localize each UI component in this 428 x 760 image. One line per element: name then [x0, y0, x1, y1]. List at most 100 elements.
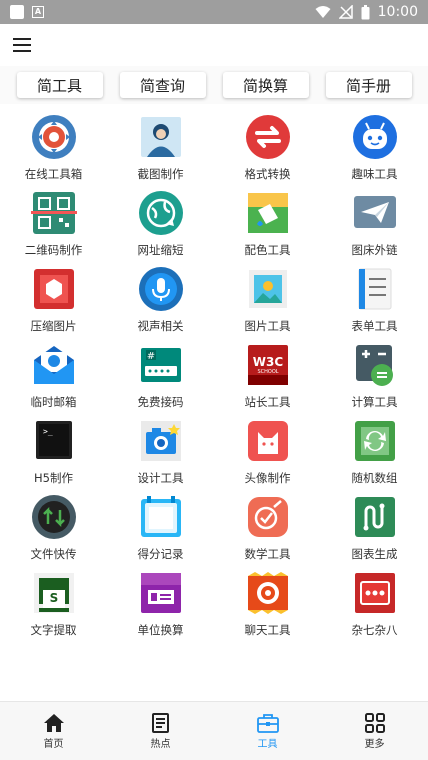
tool-label: 设计工具	[137, 471, 184, 485]
tool-label: 杂七杂八	[351, 623, 398, 637]
nav-label: 工具	[257, 738, 278, 750]
tool-format-convert[interactable]: 格式转换	[214, 110, 321, 186]
tool-label: H5制作	[34, 471, 73, 485]
form-list-icon	[352, 266, 398, 312]
tools-grid: 在线工具箱 截图制作 格式转换 趣味工具 二维码制作 网址缩短 配色工具 图床外…	[0, 110, 428, 642]
tool-label: 表单工具	[351, 319, 398, 333]
tool-image-host[interactable]: 图床外链	[321, 186, 428, 262]
signal-icon	[338, 5, 353, 19]
tool-h5-maker[interactable]: >_ H5制作	[0, 414, 107, 490]
chat-gear-icon	[245, 570, 291, 616]
a-notification-icon: A	[32, 6, 44, 18]
robot-face-icon	[352, 114, 398, 160]
camera-icon	[138, 418, 184, 464]
globe-link-icon	[138, 190, 184, 236]
settings-gear-icon	[31, 114, 77, 160]
microphone-icon	[138, 266, 184, 312]
tool-label: 压缩图片	[30, 319, 77, 333]
tool-label: 计算工具	[351, 395, 398, 409]
tool-fun-tools[interactable]: 趣味工具	[321, 110, 428, 186]
tool-random-array[interactable]: 随机数组	[321, 414, 428, 490]
tool-form-tools[interactable]: 表单工具	[321, 262, 428, 338]
grid-more-icon	[364, 712, 385, 733]
tool-label: 趣味工具	[351, 167, 398, 181]
cat-avatar-icon	[245, 418, 291, 464]
tool-label: 数学工具	[244, 547, 291, 561]
bottom-navigation: 首页 热点 工具 更多	[0, 701, 428, 760]
nav-label: 更多	[364, 738, 385, 750]
tool-label: 单位换算	[137, 623, 184, 637]
landscape-image-icon	[245, 266, 291, 312]
qr-scan-icon	[30, 190, 77, 236]
tool-temp-mail[interactable]: 临时邮箱	[0, 338, 107, 414]
terminal-icon: >_	[31, 418, 77, 464]
battery-icon	[361, 4, 370, 19]
portrait-photo-icon	[138, 114, 184, 160]
tool-label: 免费接码	[137, 395, 184, 409]
home-icon	[43, 713, 64, 732]
tool-avatar-maker[interactable]: 头像制作	[214, 414, 321, 490]
tool-file-transfer[interactable]: 文件快传	[0, 490, 107, 566]
tool-label: 图片工具	[244, 319, 291, 333]
tool-label: 在线工具箱	[24, 167, 83, 181]
tool-chart-generator[interactable]: 图表生成	[321, 490, 428, 566]
tab-simple-manual[interactable]: 简手册	[325, 72, 412, 98]
tool-color-picker[interactable]: 配色工具	[214, 186, 321, 262]
tool-label: 图表生成	[351, 547, 398, 561]
tool-label: 图床外链	[351, 243, 398, 257]
tool-calculator[interactable]: 计算工具	[321, 338, 428, 414]
tool-label: 得分记录	[137, 547, 184, 561]
paper-plane-icon	[352, 190, 398, 236]
refresh-icon	[352, 418, 398, 464]
svg-text:W3C: W3C	[252, 355, 283, 369]
tab-simple-convert[interactable]: 简换算	[222, 72, 309, 98]
tool-misc[interactable]: 杂七杂八	[321, 566, 428, 642]
tool-label: 二维码制作	[24, 243, 83, 257]
nav-hot[interactable]: 热点	[107, 702, 214, 760]
tool-label: 聊天工具	[244, 623, 291, 637]
tool-screenshot-maker[interactable]: 截图制作	[107, 110, 214, 186]
hamburger-menu-icon[interactable]	[13, 38, 31, 52]
tool-webmaster[interactable]: W3C SCHOOL 站长工具	[214, 338, 321, 414]
chart-path-icon	[352, 494, 398, 540]
tool-label: 站长工具	[244, 395, 291, 409]
text-extract-icon: S	[31, 570, 77, 616]
tool-qr-maker[interactable]: 二维码制作	[0, 186, 107, 262]
tool-url-shortener[interactable]: 网址缩短	[107, 186, 214, 262]
tool-online-toolbox[interactable]: 在线工具箱	[0, 110, 107, 186]
score-board-icon	[138, 494, 184, 540]
nav-home[interactable]: 首页	[0, 702, 107, 760]
tool-label: 文字提取	[30, 623, 77, 637]
hexagon-compress-icon	[31, 266, 77, 312]
notification-square-icon	[10, 5, 24, 19]
nav-label: 热点	[150, 738, 171, 750]
tool-label: 临时邮箱	[30, 395, 77, 409]
svg-text:>_: >_	[43, 427, 53, 436]
status-bar: A 10:00	[0, 0, 428, 24]
tool-image-tools[interactable]: 图片工具	[214, 262, 321, 338]
svg-text:S: S	[49, 591, 58, 605]
tool-label: 头像制作	[244, 471, 291, 485]
check-badge-icon	[245, 494, 291, 540]
tool-compress-image[interactable]: 压缩图片	[0, 262, 107, 338]
tool-free-sms[interactable]: # 免费接码	[107, 338, 214, 414]
news-icon	[151, 712, 169, 733]
nav-label: 首页	[43, 738, 64, 750]
tool-label: 截图制作	[137, 167, 184, 181]
tab-simple-tools[interactable]: 简工具	[16, 72, 103, 98]
tool-unit-convert[interactable]: 单位换算	[107, 566, 214, 642]
tool-design-tools[interactable]: 设计工具	[107, 414, 214, 490]
tool-audio-video[interactable]: 视声相关	[107, 262, 214, 338]
nav-more[interactable]: 更多	[321, 702, 428, 760]
mail-envelope-icon	[31, 342, 77, 388]
nav-tools[interactable]: 工具	[214, 702, 321, 760]
palette-bucket-icon	[245, 190, 291, 236]
tool-math-tools[interactable]: 数学工具	[214, 490, 321, 566]
tool-chat-tools[interactable]: 聊天工具	[214, 566, 321, 642]
tab-simple-query[interactable]: 简查询	[119, 72, 206, 98]
tool-text-extract[interactable]: S 文字提取	[0, 566, 107, 642]
calculator-icon	[352, 342, 398, 388]
tool-label: 随机数组	[351, 471, 398, 485]
tool-score-record[interactable]: 得分记录	[107, 490, 214, 566]
status-time: 10:00	[377, 4, 418, 20]
